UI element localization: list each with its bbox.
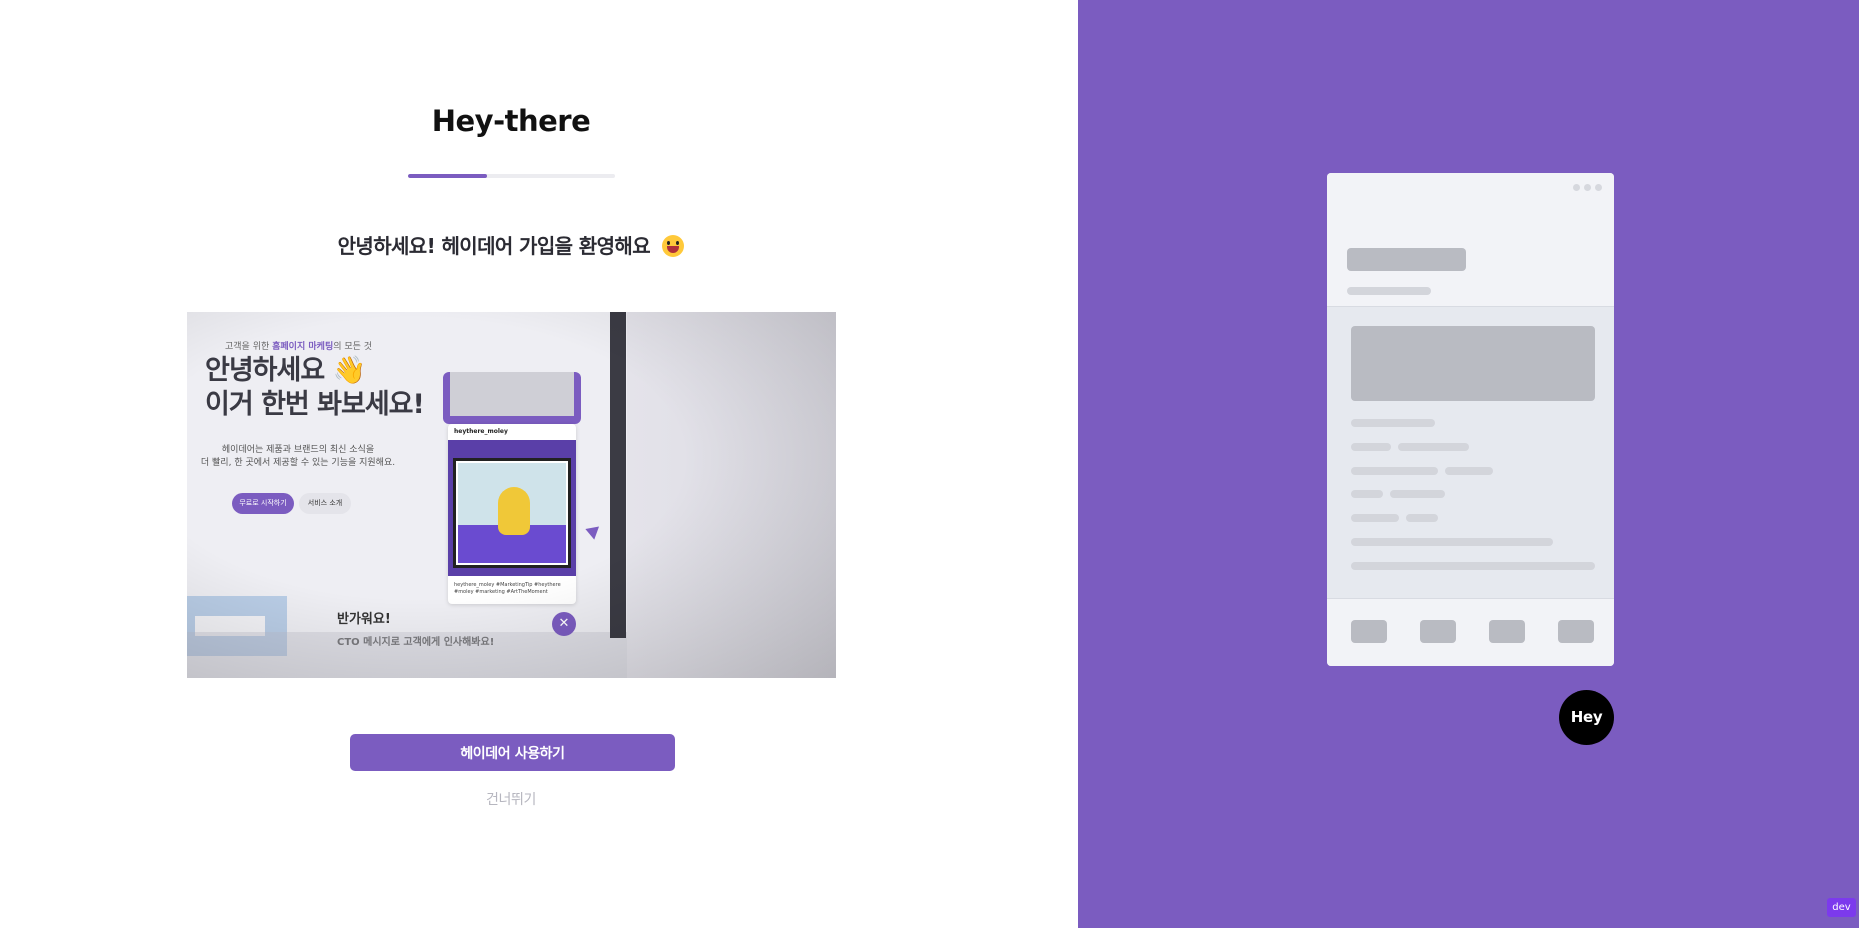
preview-desc-line2: 더 빨리, 한 곳에서 제공할 수 있는 기능을 지원해요. (200, 458, 396, 468)
skeleton-title (1347, 248, 1466, 271)
welcome-heading: 안녕하세요! 헤이데어 가입을 환영해요 (0, 230, 1022, 259)
skeleton-line (1351, 490, 1383, 498)
skeleton-line (1390, 490, 1445, 498)
skeleton-line (1445, 467, 1493, 475)
preview-post-username: heythere_moley (454, 428, 508, 435)
more-dots-icon (1573, 184, 1602, 191)
use-heythere-button[interactable]: 헤이데어 사용하기 (350, 734, 675, 771)
cursor-arrow-icon (582, 522, 600, 540)
close-icon: ✕ (552, 612, 576, 636)
skeleton-subtitle (1347, 287, 1431, 295)
preview-caption-highlight: 홈페이지 마케팅 (272, 342, 334, 352)
widget-mockup (1327, 173, 1614, 666)
skeleton-line (1398, 443, 1469, 451)
preview-artwork (453, 458, 571, 568)
skeleton-line (1351, 419, 1435, 427)
skeleton-line (1351, 562, 1595, 570)
preview-desc-line1: 헤이데어는 제품과 브랜드의 최신 소식을 (221, 445, 375, 455)
grinning-face-icon (662, 235, 685, 257)
preview-headline: 안녕하세요 👋 이거 한번 봐보세요! (205, 354, 425, 422)
preview-headline-line1: 안녕하세요 👋 (205, 355, 366, 386)
preview-headline-line2: 이거 한번 봐보세요! (205, 389, 425, 420)
skip-link[interactable]: 건너뛰기 (0, 789, 1022, 809)
preview-video-widget (443, 372, 581, 424)
app-preview-panel: Hey (1078, 0, 1859, 928)
preview-post-footer: heythere_moley #MarketingTip #heythere #… (454, 582, 561, 595)
preview-overlay-stripe (187, 632, 627, 678)
preview-side-panel (627, 312, 836, 678)
preview-caption: 고객을 위한 홈페이지 마케팅의 모든 것 (225, 339, 372, 352)
preview-caption-prefix: 고객을 위한 (225, 342, 273, 352)
env-badge: dev (1827, 898, 1856, 917)
progress-fill (408, 174, 487, 178)
artwork-lion (498, 483, 540, 535)
product-preview-video[interactable]: 고객을 위한 홈페이지 마케팅의 모든 것 안녕하세요 👋 이거 한번 봐보세요… (187, 312, 836, 678)
skeleton-tab (1558, 620, 1594, 643)
skeleton-line (1351, 538, 1553, 546)
skeleton-tab (1420, 620, 1456, 643)
skeleton-tab (1351, 620, 1387, 643)
preview-description: 헤이데어는 제품과 브랜드의 최신 소식을 더 빨리, 한 곳에서 제공할 수 … (193, 444, 403, 470)
skeleton-line (1351, 467, 1438, 475)
preview-caption-suffix: 의 모든 것 (333, 342, 373, 352)
welcome-text: 안녕하세요! 헤이데어 가입을 환영해요 (337, 234, 651, 258)
skeleton-line (1406, 514, 1438, 522)
preview-service-intro-button: 서비스 소개 (299, 493, 351, 514)
preview-start-free-button: 무료로 시작하기 (232, 493, 294, 514)
onboarding-progress-bar (408, 174, 615, 178)
preview-post-image (448, 440, 576, 576)
skeleton-tab (1489, 620, 1525, 643)
preview-divider-bar (610, 312, 626, 638)
hey-launcher-button[interactable]: Hey (1559, 690, 1614, 745)
mockup-footer (1327, 598, 1614, 666)
skeleton-line (1351, 514, 1399, 522)
skeleton-banner (1351, 326, 1595, 401)
skeleton-line (1351, 443, 1391, 451)
onboarding-panel: Hey-there 안녕하세요! 헤이데어 가입을 환영해요 고객을 위한 홈페… (0, 0, 1078, 928)
preview-greeting: 반가워요! (337, 612, 391, 627)
preview-post-card: heythere_moley heythere_moley #Marketing… (448, 424, 576, 604)
brand-logo: Hey-there (431, 104, 591, 138)
mockup-header (1327, 173, 1614, 307)
